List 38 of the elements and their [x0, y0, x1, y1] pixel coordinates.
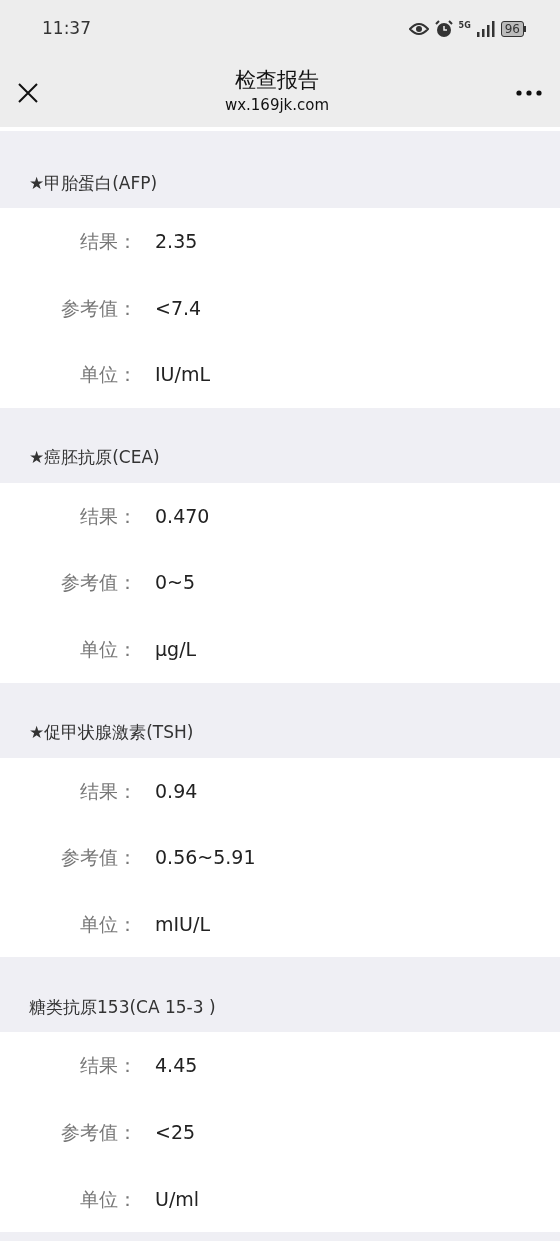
field-value: 0.470 [155, 503, 210, 529]
network-label: 5G [458, 22, 471, 30]
field-label: 结果： [79, 229, 137, 255]
page-title: 检查报告 [235, 66, 319, 94]
field-label: 参考值： [60, 570, 137, 596]
field-label: 参考值： [60, 845, 137, 871]
field-label: 参考值： [60, 295, 137, 321]
field-value: mIU/L [155, 911, 210, 937]
alarm-icon [434, 20, 453, 38]
battery-indicator: 96 [500, 21, 524, 37]
eye-icon [408, 22, 429, 36]
field-label: 单位： [79, 362, 137, 388]
more-icon[interactable] [516, 89, 542, 96]
section-title: ★甲胎蛋白(AFP) [29, 171, 158, 195]
status-time: 11:37 [42, 17, 91, 41]
close-icon[interactable] [18, 82, 38, 103]
field-label: 结果： [79, 503, 137, 529]
field-label: 结果： [79, 778, 137, 804]
section-title: ★促甲状腺激素(TSH) [29, 721, 194, 745]
signal-icon [476, 21, 495, 37]
field-value: 2.35 [155, 229, 198, 255]
field-label: 参考值： [60, 1120, 137, 1145]
field-value: IU/mL [155, 362, 210, 388]
field-value: 0.56~5.91 [155, 845, 256, 871]
field-value: <25 [155, 1120, 196, 1145]
field-value: 4.45 [155, 1053, 198, 1079]
section-title: ★癌胚抗原(CEA) [29, 446, 160, 470]
field-value: <7.4 [155, 295, 202, 321]
field-value: 0.94 [155, 778, 198, 804]
field-value: 0~5 [155, 570, 196, 596]
page-url: wx.169jk.com [224, 94, 330, 115]
field-label: 单位： [79, 911, 137, 937]
field-label: 单位： [79, 637, 137, 662]
field-value: μg/L [155, 637, 197, 662]
section-title: 糖类抗原153(CA 15-3 ) [29, 995, 216, 1019]
field-value: U/ml [155, 1186, 200, 1212]
field-label: 单位： [79, 1186, 137, 1212]
field-label: 结果： [79, 1053, 137, 1079]
